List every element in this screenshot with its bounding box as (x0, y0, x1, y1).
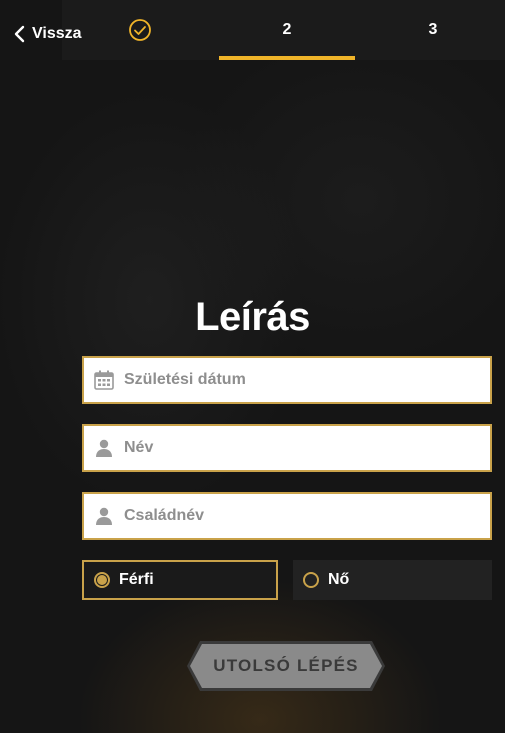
first-name-field[interactable] (82, 424, 492, 472)
radio-unchecked-icon[interactable] (303, 572, 319, 588)
step-1-completed (100, 0, 180, 60)
last-name-field[interactable] (82, 492, 492, 540)
page-title: Leírás (195, 295, 310, 339)
top-bar: Vissza 2 3 (0, 0, 505, 60)
birthdate-field[interactable] (82, 356, 492, 404)
gender-option-female[interactable]: Nő (293, 560, 492, 600)
calendar-icon (92, 368, 116, 392)
back-label: Vissza (32, 25, 82, 42)
person-icon (92, 436, 116, 460)
gender-label-female: Nő (328, 571, 350, 588)
chevron-left-icon (14, 25, 25, 43)
radio-checked-icon[interactable] (94, 572, 110, 588)
step-2: 2 (282, 21, 292, 38)
first-name-input[interactable] (124, 439, 464, 457)
last-step-label: UTOLSÓ LÉPÉS (213, 656, 359, 675)
gender-label-male: Férfi (119, 571, 154, 588)
last-name-input[interactable] (124, 507, 464, 525)
check-circle-icon (129, 19, 151, 41)
person-icon (92, 504, 116, 528)
step-3: 3 (428, 21, 438, 38)
back-button[interactable]: Vissza (12, 20, 82, 48)
active-step-indicator (219, 56, 355, 60)
gender-option-male[interactable]: Férfi (82, 560, 278, 600)
last-step-button[interactable]: UTOLSÓ LÉPÉS (186, 640, 386, 692)
birthdate-input[interactable] (124, 371, 464, 389)
